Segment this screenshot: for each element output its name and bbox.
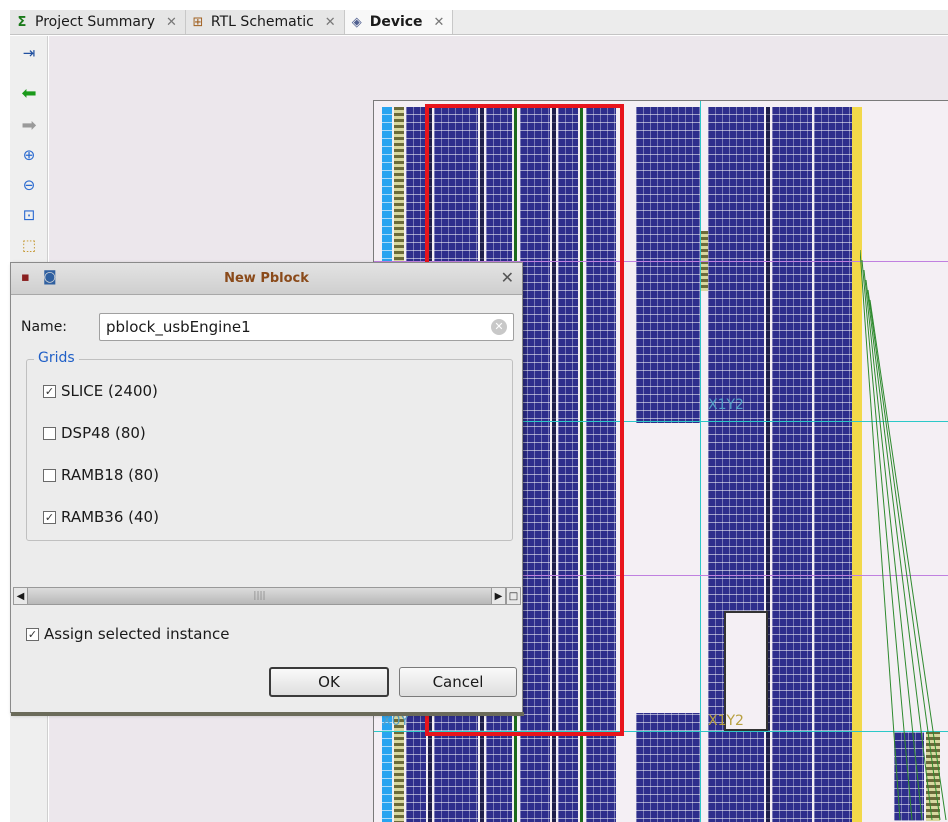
checkbox-unchecked-icon[interactable] bbox=[43, 426, 56, 440]
tab-label: RTL Schematic bbox=[210, 14, 314, 30]
grid-ramb18-checkbox[interactable]: RAMB18 (80) bbox=[43, 466, 159, 484]
horizontal-scrollbar[interactable]: ◀ |||| ▶ □ bbox=[13, 587, 521, 605]
routing-nets bbox=[860, 250, 947, 820]
forward-arrow-icon[interactable]: ➡ bbox=[18, 114, 40, 136]
schematic-icon: ⊞ bbox=[192, 14, 204, 30]
sigma-icon: Σ bbox=[17, 14, 27, 30]
grid-dsp48-checkbox[interactable]: DSP48 (80) bbox=[43, 424, 146, 442]
tab-rtl-schematic[interactable]: ⊞ RTL Schematic ✕ bbox=[185, 10, 345, 34]
zoom-in-icon[interactable]: ⊕ bbox=[18, 144, 40, 166]
dialog-title-bar: ▪ ◙ New Pblock ✕ bbox=[11, 263, 522, 295]
clock-region-label: X1Y2 bbox=[708, 713, 744, 729]
scroll-left-icon[interactable]: ◀ bbox=[13, 587, 28, 605]
close-icon[interactable]: ✕ bbox=[501, 268, 514, 287]
new-pblock-dialog: ▪ ◙ New Pblock ✕ Name: pblock_usbEngine1… bbox=[10, 262, 524, 716]
slice-column bbox=[814, 107, 852, 822]
tab-device[interactable]: ◈ Device ✕ bbox=[344, 10, 454, 34]
assign-instance-checkbox[interactable]: ✓ Assign selected instance bbox=[26, 625, 230, 643]
back-arrow-icon[interactable]: ⬅ bbox=[18, 82, 40, 104]
slice-column bbox=[772, 107, 812, 822]
zoom-fit-icon[interactable]: ⊡ bbox=[18, 204, 40, 226]
tab-project-summary[interactable]: Σ Project Summary ✕ bbox=[10, 10, 186, 34]
tab-label: Project Summary bbox=[35, 14, 156, 30]
grid-ramb36-checkbox[interactable]: ✓ RAMB36 (40) bbox=[43, 508, 159, 526]
grid-label: RAMB18 (80) bbox=[61, 466, 159, 484]
close-icon[interactable]: ✕ bbox=[434, 15, 445, 30]
grid-label: SLICE (2400) bbox=[61, 382, 158, 400]
cancel-button[interactable]: Cancel bbox=[399, 667, 517, 697]
scrollbar-thumb[interactable]: |||| bbox=[28, 587, 491, 605]
scroll-corner-icon: □ bbox=[506, 587, 521, 605]
dialog-shadow-edge bbox=[11, 712, 524, 716]
grid-label: RAMB36 (40) bbox=[61, 508, 159, 526]
close-icon[interactable]: ✕ bbox=[325, 15, 336, 30]
grids-group: Grids ✓ SLICE (2400) DSP48 (80) RAMB18 (… bbox=[26, 350, 513, 541]
pblock-name-value: pblock_usbEngine1 bbox=[106, 318, 251, 336]
clock-region-label: X1Y2 bbox=[708, 397, 744, 413]
checkbox-checked-icon[interactable]: ✓ bbox=[26, 627, 39, 641]
collapse-icon[interactable]: ⇥ bbox=[18, 42, 40, 64]
clear-icon[interactable]: ✕ bbox=[491, 319, 507, 335]
pblock-name-input[interactable]: pblock_usbEngine1 ✕ bbox=[99, 313, 514, 341]
select-area-icon[interactable]: ⬚ bbox=[18, 234, 40, 256]
grid-slice-checkbox[interactable]: ✓ SLICE (2400) bbox=[43, 382, 158, 400]
clock-region-line bbox=[700, 101, 701, 822]
name-row: Name: pblock_usbEngine1 ✕ bbox=[21, 313, 514, 341]
close-icon[interactable]: ✕ bbox=[166, 15, 177, 30]
device-icon: ◈ bbox=[351, 14, 362, 30]
tab-label: Device bbox=[369, 14, 423, 30]
zoom-out-icon[interactable]: ⊖ bbox=[18, 174, 40, 196]
empty-region bbox=[622, 423, 702, 713]
ok-button[interactable]: OK bbox=[269, 667, 389, 697]
checkbox-checked-icon[interactable]: ✓ bbox=[43, 510, 56, 524]
grid-label: DSP48 (80) bbox=[61, 424, 146, 442]
assign-label: Assign selected instance bbox=[44, 625, 230, 643]
grids-legend: Grids bbox=[34, 350, 79, 366]
checkbox-checked-icon[interactable]: ✓ bbox=[43, 384, 56, 398]
editor-tab-bar: Σ Project Summary ✕ ⊞ RTL Schematic ✕ ◈ … bbox=[10, 10, 948, 35]
dialog-title: New Pblock bbox=[224, 271, 309, 286]
name-label: Name: bbox=[21, 319, 68, 335]
scroll-right-icon[interactable]: ▶ bbox=[491, 587, 506, 605]
checkbox-unchecked-icon[interactable] bbox=[43, 468, 56, 482]
